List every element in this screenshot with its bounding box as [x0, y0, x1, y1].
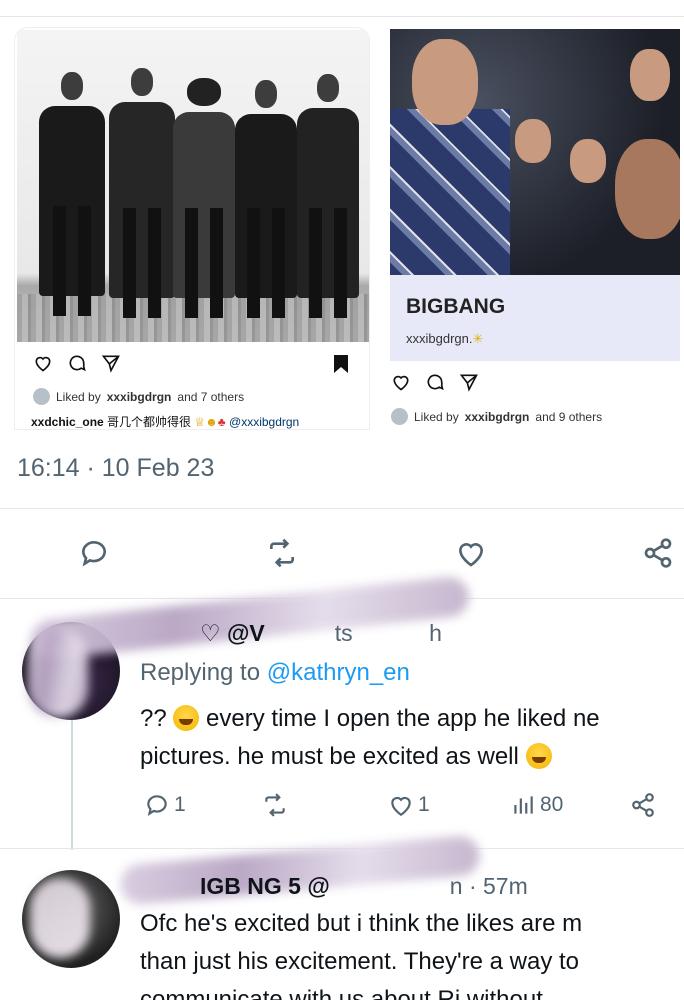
tweet-timestamp[interactable]: 16:14 · 10 Feb 23: [17, 454, 214, 483]
liked-by-suffix: and 9 others: [535, 409, 603, 424]
reply-text-line: pictures. he must be excited as well: [140, 738, 552, 776]
reply-text-line: ?? every time I open the app he liked ne: [140, 705, 600, 732]
selfie-photo[interactable]: [390, 29, 680, 275]
liked-by[interactable]: Liked by xxxibgdrgn and 7 others: [33, 388, 244, 405]
caption-text: 哥几个都帅得很: [107, 415, 192, 429]
liked-by-prefix: Liked by: [56, 389, 101, 404]
reply-author[interactable]: ♡ @V ts h: [200, 620, 442, 647]
liked-by-suffix: and 7 others: [177, 389, 245, 404]
views-count: 80: [540, 793, 564, 816]
liked-by-prefix: Liked by: [414, 409, 459, 424]
heart-icon[interactable]: [33, 353, 53, 373]
views-button[interactable]: 80: [510, 792, 563, 818]
liked-by-user[interactable]: xxxibgdrgn: [465, 410, 530, 424]
reply-count: 1: [174, 793, 186, 816]
instagram-post-card[interactable]: BIGBANG xxxibgdrgn.✳ Liked by xxxibgdrgn…: [375, 27, 681, 430]
reply-text-line: communicate with us about Ri without: [140, 986, 543, 1000]
reply-text-line: Ofc he's excited but i think the likes a…: [140, 910, 583, 937]
group-photo[interactable]: [17, 30, 369, 342]
redaction-scribble: [30, 878, 90, 958]
photo-person: [109, 68, 175, 318]
reply-author-handle: ts: [334, 620, 353, 646]
comment-icon[interactable]: [67, 353, 87, 373]
reply-time: · 57m: [468, 873, 528, 899]
caption-user[interactable]: xxdchic_one: [31, 415, 104, 429]
reply-author-name: IGB NG 5 @: [200, 873, 330, 899]
liked-by-user[interactable]: xxxibgdrgn: [107, 390, 172, 404]
divider: [0, 508, 684, 509]
post-actions: [33, 353, 121, 373]
photo-person: [39, 72, 105, 316]
heart-icon: [458, 543, 484, 567]
share-button[interactable]: [638, 533, 678, 573]
share-icon: [644, 538, 672, 568]
reply-icon: [147, 795, 167, 816]
post-title-panel: BIGBANG xxxibgdrgn.✳: [390, 275, 680, 361]
photo-face: [630, 49, 670, 101]
comment-icon[interactable]: [425, 372, 445, 392]
photo-face: [570, 139, 606, 183]
photo-face: [412, 39, 478, 125]
retweet-icon: [265, 793, 285, 817]
bookmark-icon[interactable]: [333, 354, 349, 374]
reply-text-line: than just his excitement. They're a way …: [140, 948, 580, 975]
photo-shirt: [390, 109, 510, 275]
redaction-scribble: [29, 575, 471, 661]
replying-prefix: Replying to: [140, 659, 261, 686]
reply-author-name: ♡ @V: [200, 620, 265, 646]
liker-avatar: [33, 388, 50, 405]
reply-button[interactable]: [74, 533, 114, 573]
thread-line: [71, 720, 73, 850]
photo-person: [173, 78, 235, 318]
retweet-icon: [270, 538, 294, 568]
post-username[interactable]: xxxibgdrgn.✳: [406, 331, 483, 347]
replying-to: Replying to @kathryn_en: [140, 659, 410, 687]
share-icon[interactable]: [459, 372, 479, 392]
reply-button[interactable]: 1: [144, 792, 186, 818]
redaction-scribble: [28, 628, 88, 718]
crying-emoji-icon: [173, 705, 200, 731]
liked-by[interactable]: Liked by xxxibgdrgn and 9 others: [391, 408, 602, 425]
tweet-action-bar: [0, 533, 684, 581]
replying-handle[interactable]: @kathryn_en: [267, 659, 410, 686]
heart-icon[interactable]: [391, 372, 411, 392]
share-icon: [632, 793, 654, 817]
reply-time: h: [429, 620, 442, 646]
top-divider: [0, 16, 684, 17]
views-icon: [514, 796, 533, 814]
reply-author[interactable]: IGB NG 5 @ n · 57m: [200, 873, 528, 900]
post-caption: xxdchic_one 哥几个都帅得很 ♕☻♣ @xxxibgdrgn: [31, 415, 300, 429]
share-button[interactable]: [630, 792, 656, 818]
photo-face: [615, 139, 680, 239]
like-button[interactable]: 1: [388, 792, 430, 818]
photo-person: [297, 74, 359, 318]
post-title: BIGBANG: [406, 295, 506, 318]
reply-action-bar: 1 1 80: [140, 792, 684, 826]
post-actions: [391, 372, 479, 392]
caption-emoji-icon: ♕☻: [194, 415, 218, 429]
share-icon[interactable]: [101, 353, 121, 373]
retweet-button[interactable]: [262, 533, 302, 573]
like-button[interactable]: [451, 533, 491, 573]
retweet-button[interactable]: [262, 792, 288, 818]
caption-mention[interactable]: @xxxibgdrgn: [229, 415, 299, 429]
instagram-post-card[interactable]: Liked by xxxibgdrgn and 7 others xxdchic…: [14, 27, 370, 430]
reply-author-handle: n: [449, 873, 463, 899]
photo-person: [235, 80, 297, 318]
heart-icon: [391, 796, 411, 817]
photo-face: [515, 119, 551, 163]
liker-avatar: [391, 408, 408, 425]
like-count: 1: [418, 793, 430, 816]
reply-icon: [81, 541, 106, 567]
crying-emoji-icon: [525, 743, 552, 769]
